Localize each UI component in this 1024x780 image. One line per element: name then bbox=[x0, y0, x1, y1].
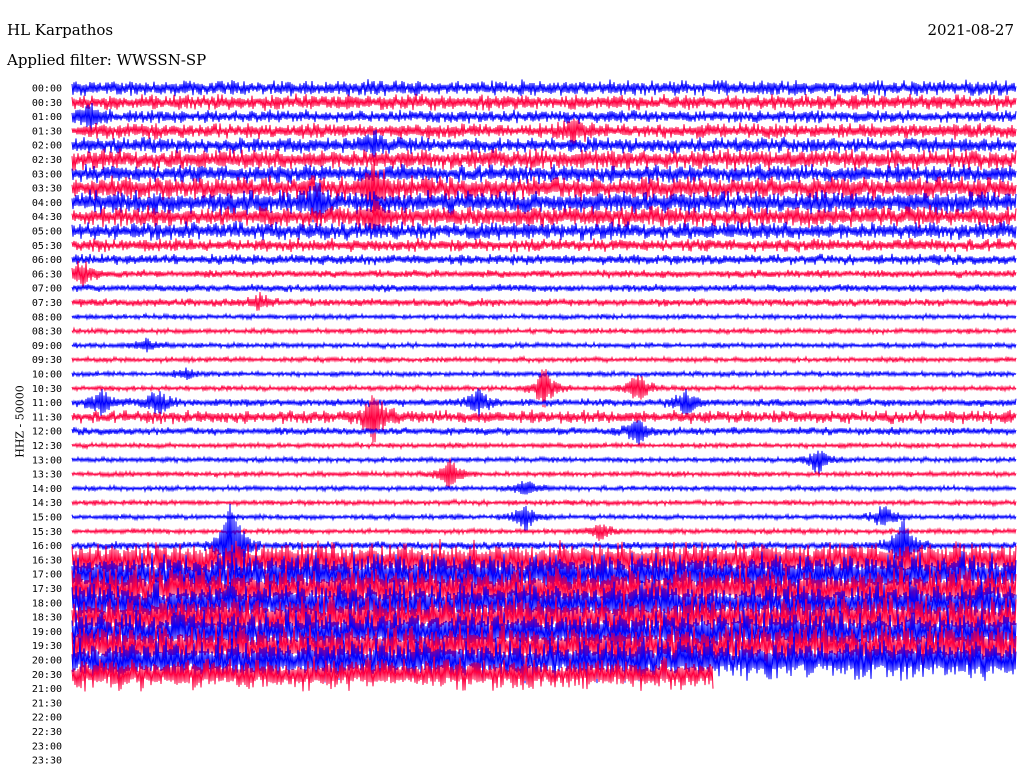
time-tick-label: 01:30 bbox=[32, 126, 62, 137]
time-tick-label: 15:00 bbox=[32, 513, 62, 524]
time-tick-label: 17:30 bbox=[32, 584, 62, 595]
time-tick-label: 13:30 bbox=[32, 470, 62, 481]
time-tick-label: 17:00 bbox=[32, 570, 62, 581]
time-tick-label: 12:00 bbox=[32, 427, 62, 438]
time-tick-label: 20:30 bbox=[32, 670, 62, 681]
time-tick-label: 23:00 bbox=[32, 741, 62, 752]
time-tick-label: 06:00 bbox=[32, 255, 62, 266]
time-tick-label: 07:00 bbox=[32, 284, 62, 295]
trace-row-0530 bbox=[71, 237, 1017, 253]
time-tick-label: 00:30 bbox=[32, 98, 62, 109]
trace-row-0900 bbox=[71, 337, 1017, 353]
time-tick-label: 02:00 bbox=[32, 141, 62, 152]
trace-row-0830 bbox=[71, 326, 1017, 336]
trace-row-1330 bbox=[71, 458, 1017, 490]
time-tick-label: 08:30 bbox=[32, 327, 62, 338]
helicorder-plot: 00:00 00:30 01:00 01:30 02:00 02:30 03:00 03:30… bbox=[32, 79, 1017, 767]
time-tick-label: 23:30 bbox=[32, 756, 62, 767]
time-tick-label: 08:00 bbox=[32, 312, 62, 323]
time-tick-label: 11:30 bbox=[32, 412, 62, 423]
time-tick-label: 21:00 bbox=[32, 684, 62, 695]
trace-row-0930 bbox=[71, 354, 1017, 365]
time-tick-label: 22:30 bbox=[32, 727, 62, 738]
time-tick-label: 06:30 bbox=[32, 269, 62, 280]
time-tick-label: 16:00 bbox=[32, 541, 62, 552]
time-tick-label: 07:30 bbox=[32, 298, 62, 309]
trace-row-0230 bbox=[71, 148, 1017, 172]
time-tick-label: 16:30 bbox=[32, 555, 62, 566]
time-tick-label: 22:00 bbox=[32, 713, 62, 724]
trace-row-1300 bbox=[71, 450, 1017, 475]
time-tick-label: 05:00 bbox=[32, 227, 62, 238]
time-tick-label: 18:30 bbox=[32, 613, 62, 624]
time-tick-label: 04:30 bbox=[32, 212, 62, 223]
time-tick-label: 14:00 bbox=[32, 484, 62, 495]
time-tick-label: 09:30 bbox=[32, 355, 62, 366]
time-tick-label: 19:00 bbox=[32, 627, 62, 638]
time-tick-label: 15:30 bbox=[32, 527, 62, 538]
trace-row-1430 bbox=[71, 498, 1017, 508]
time-tick-label: 19:30 bbox=[32, 641, 62, 652]
trace-row-0630 bbox=[71, 260, 1017, 289]
time-tick-label: 18:00 bbox=[32, 598, 62, 609]
trace-row-0500 bbox=[71, 220, 1017, 241]
trace-row-1400 bbox=[71, 480, 1017, 495]
time-tick-label: 21:30 bbox=[32, 698, 62, 709]
trace-row-0000 bbox=[71, 79, 1017, 97]
time-tick-label: 11:00 bbox=[32, 398, 62, 409]
trace-row-1230 bbox=[71, 440, 1017, 451]
trace-row-0030 bbox=[71, 93, 1017, 111]
time-tick-label: 01:00 bbox=[32, 112, 62, 123]
time-tick-label: 10:00 bbox=[32, 370, 62, 381]
time-tick-label: 00:00 bbox=[32, 84, 62, 95]
time-tick-label: 03:00 bbox=[32, 169, 62, 180]
trace-row-1200 bbox=[71, 420, 1017, 446]
time-tick-label: 03:30 bbox=[32, 184, 62, 195]
time-tick-label: 02:30 bbox=[32, 155, 62, 166]
trace-row-0130 bbox=[71, 118, 1017, 147]
trace-row-0700 bbox=[71, 283, 1017, 293]
time-tick-label: 10:30 bbox=[32, 384, 62, 395]
trace-row-0600 bbox=[71, 253, 1017, 266]
time-tick-label: 20:00 bbox=[32, 656, 62, 667]
time-tick-label: 05:30 bbox=[32, 241, 62, 252]
time-tick-label: 14:30 bbox=[32, 498, 62, 509]
time-tick-label: 12:30 bbox=[32, 441, 62, 452]
trace-row-0730 bbox=[71, 291, 1017, 311]
time-tick-label: 13:00 bbox=[32, 455, 62, 466]
time-tick-label: 09:00 bbox=[32, 341, 62, 352]
trace-row-0800 bbox=[71, 312, 1017, 322]
time-tick-label: 04:00 bbox=[32, 198, 62, 209]
